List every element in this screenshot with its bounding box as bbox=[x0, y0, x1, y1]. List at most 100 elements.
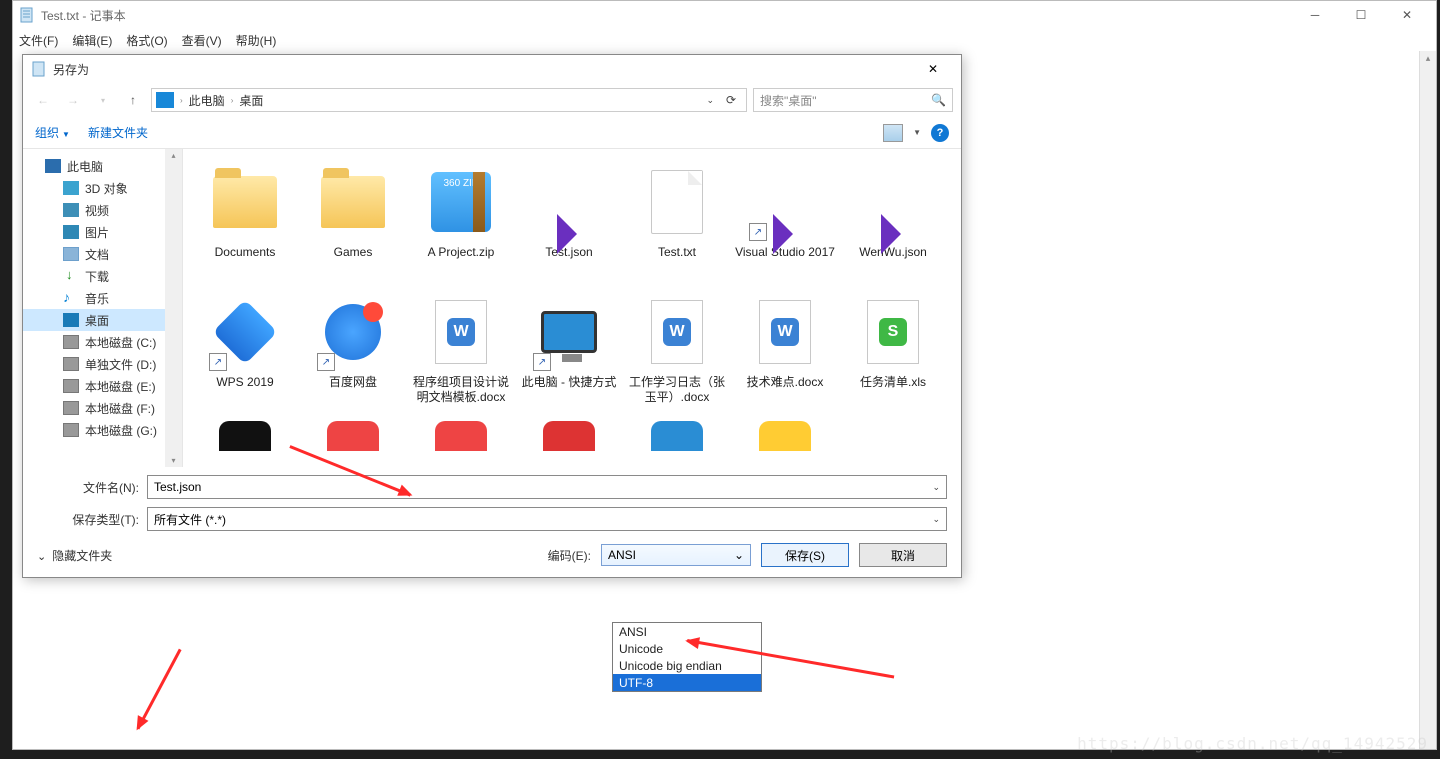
folder-tree: 此电脑 3D 对象视频图片文档下载 ♪音乐桌面本地磁盘 (C:) 单独文件 (D:) 本… bbox=[23, 149, 183, 467]
tree-item[interactable]: 下载 bbox=[23, 265, 182, 287]
file-item-partial[interactable] bbox=[299, 421, 407, 451]
encoding-option[interactable]: UTF-8 bbox=[613, 674, 761, 691]
address-bar[interactable]: › 此电脑 › 桌面 ⌄ ⟳ bbox=[151, 88, 747, 112]
hide-folders-toggle[interactable]: 隐藏文件夹 bbox=[37, 547, 112, 564]
tree-item[interactable]: 本地磁盘 (C:) bbox=[23, 331, 182, 353]
doc-icon bbox=[63, 247, 79, 261]
cancel-button[interactable]: 取消 bbox=[859, 543, 947, 567]
file-item[interactable]: Test.txt bbox=[623, 161, 731, 291]
savetype-select[interactable]: 所有文件 (*.*) ⌄ bbox=[147, 507, 947, 531]
folder-icon bbox=[209, 163, 281, 241]
file-item[interactable]: Games bbox=[299, 161, 407, 291]
tree-item[interactable]: 3D 对象 bbox=[23, 177, 182, 199]
menu-edit[interactable]: 编辑(E) bbox=[72, 32, 112, 49]
docx-icon bbox=[749, 293, 821, 371]
new-folder-button[interactable]: 新建文件夹 bbox=[88, 124, 148, 141]
file-item[interactable]: 工作学习日志（张玉平）.docx bbox=[623, 291, 731, 421]
file-item[interactable]: Documents bbox=[191, 161, 299, 291]
help-icon[interactable]: ? bbox=[931, 124, 949, 142]
address-dropdown-icon[interactable]: ⌄ bbox=[706, 95, 714, 106]
tree-item-label: 下载 bbox=[85, 268, 109, 285]
wps-icon bbox=[209, 293, 281, 371]
search-input[interactable]: 搜索"桌面" 🔍 bbox=[753, 88, 953, 112]
tree-item-label: 本地磁盘 (E:) bbox=[85, 378, 156, 395]
tree-item-label: 本地磁盘 (F:) bbox=[85, 400, 155, 417]
save-button[interactable]: 保存(S) bbox=[761, 543, 849, 567]
encoding-dropdown: ANSIUnicodeUnicode big endianUTF-8 bbox=[612, 622, 762, 692]
encoding-select[interactable]: ANSI ⌄ bbox=[601, 544, 751, 566]
pic-icon bbox=[63, 225, 79, 239]
menu-file[interactable]: 文件(F) bbox=[19, 32, 58, 49]
refresh-button[interactable]: ⟳ bbox=[720, 89, 742, 111]
encoding-label: 编码(E): bbox=[548, 547, 591, 564]
file-item-partial[interactable] bbox=[515, 421, 623, 451]
file-name: 此电脑 - 快捷方式 bbox=[522, 375, 617, 390]
tree-item[interactable]: 此电脑 bbox=[23, 155, 182, 177]
file-item-partial[interactable] bbox=[623, 421, 731, 451]
notepad-titlebar: Test.txt - 记事本 ─ ☐ ✕ bbox=[13, 1, 1436, 29]
file-item[interactable]: 技术难点.docx bbox=[731, 291, 839, 421]
minimize-button[interactable]: ─ bbox=[1292, 1, 1338, 29]
folder-icon bbox=[317, 163, 389, 241]
nav-back-button[interactable]: ← bbox=[31, 88, 55, 112]
dialog-nav: ← → ▾ ↑ › 此电脑 › 桌面 ⌄ ⟳ 搜索"桌面" 🔍 bbox=[23, 83, 961, 117]
tree-item[interactable]: 本地磁盘 (G:) bbox=[23, 419, 182, 441]
file-item[interactable]: 360 ZIPA Project.zip bbox=[407, 161, 515, 291]
dialog-close-button[interactable]: ✕ bbox=[913, 57, 953, 81]
close-button[interactable]: ✕ bbox=[1384, 1, 1430, 29]
tree-item[interactable]: 图片 bbox=[23, 221, 182, 243]
pc-icon bbox=[45, 159, 61, 173]
tree-item[interactable]: ♪音乐 bbox=[23, 287, 182, 309]
tree-item-label: 本地磁盘 (C:) bbox=[85, 334, 156, 351]
file-list[interactable]: DocumentsGames360 ZIPA Project.zipTest.j… bbox=[183, 149, 961, 467]
maximize-button[interactable]: ☐ bbox=[1338, 1, 1384, 29]
file-item-partial[interactable] bbox=[191, 421, 299, 451]
breadcrumb-desktop[interactable]: 桌面 bbox=[239, 92, 263, 109]
file-item[interactable]: WenWu.json bbox=[839, 161, 947, 291]
savetype-value: 所有文件 (*.*) bbox=[154, 511, 226, 528]
tree-item-label: 3D 对象 bbox=[85, 180, 128, 197]
menu-help[interactable]: 帮助(H) bbox=[236, 32, 277, 49]
chevron-down-icon[interactable]: ⌄ bbox=[932, 482, 940, 493]
tree-item[interactable]: 桌面 bbox=[23, 309, 182, 331]
encoding-value: ANSI bbox=[608, 548, 636, 562]
nav-up-button[interactable]: ↑ bbox=[121, 88, 145, 112]
menu-format[interactable]: 格式(O) bbox=[126, 32, 167, 49]
view-mode-button[interactable] bbox=[883, 124, 903, 142]
organize-button[interactable]: 组织▼ bbox=[35, 124, 70, 141]
file-item[interactable]: 百度网盘 bbox=[299, 291, 407, 421]
tree-item[interactable]: 本地磁盘 (E:) bbox=[23, 375, 182, 397]
vs-icon bbox=[533, 163, 605, 241]
baidu-icon bbox=[317, 293, 389, 371]
file-item[interactable]: 任务清单.xls bbox=[839, 291, 947, 421]
vertical-scrollbar[interactable] bbox=[1419, 51, 1436, 749]
filename-input[interactable]: Test.json ⌄ bbox=[147, 475, 947, 499]
nav-recent-button[interactable]: ▾ bbox=[91, 88, 115, 112]
tree-item-label: 本地磁盘 (G:) bbox=[85, 422, 157, 439]
notepad-icon bbox=[31, 61, 47, 77]
tree-item[interactable]: 视频 bbox=[23, 199, 182, 221]
tree-scrollbar[interactable] bbox=[165, 149, 182, 467]
file-item[interactable]: Visual Studio 2017 bbox=[731, 161, 839, 291]
file-item[interactable]: 程序组项目设计说明文档模板.docx bbox=[407, 291, 515, 421]
nav-forward-button[interactable]: → bbox=[61, 88, 85, 112]
file-item-partial[interactable] bbox=[731, 421, 839, 451]
chevron-down-icon[interactable]: ⌄ bbox=[932, 514, 940, 525]
tree-item[interactable]: 单独文件 (D:) bbox=[23, 353, 182, 375]
file-item[interactable]: 此电脑 - 快捷方式 bbox=[515, 291, 623, 421]
file-item[interactable]: Test.json bbox=[515, 161, 623, 291]
menu-view[interactable]: 查看(V) bbox=[182, 32, 222, 49]
file-item[interactable]: WPS 2019 bbox=[191, 291, 299, 421]
tree-item-label: 图片 bbox=[85, 224, 109, 241]
breadcrumb-pc[interactable]: 此电脑 bbox=[189, 92, 225, 109]
tree-item[interactable]: 本地磁盘 (F:) bbox=[23, 397, 182, 419]
dialog-body: 此电脑 3D 对象视频图片文档下载 ♪音乐桌面本地磁盘 (C:) 单独文件 (D:) 本… bbox=[23, 149, 961, 467]
notepad-menubar: 文件(F) 编辑(E) 格式(O) 查看(V) 帮助(H) bbox=[13, 29, 1436, 51]
tree-item[interactable]: 文档 bbox=[23, 243, 182, 265]
music-icon: ♪ bbox=[63, 291, 79, 305]
encoding-option[interactable]: Unicode big endian bbox=[613, 657, 761, 674]
editor-gutter bbox=[0, 0, 12, 759]
view-dropdown-icon[interactable]: ▼ bbox=[913, 128, 921, 137]
dialog-titlebar: 另存为 ✕ bbox=[23, 55, 961, 83]
file-item-partial[interactable] bbox=[407, 421, 515, 451]
